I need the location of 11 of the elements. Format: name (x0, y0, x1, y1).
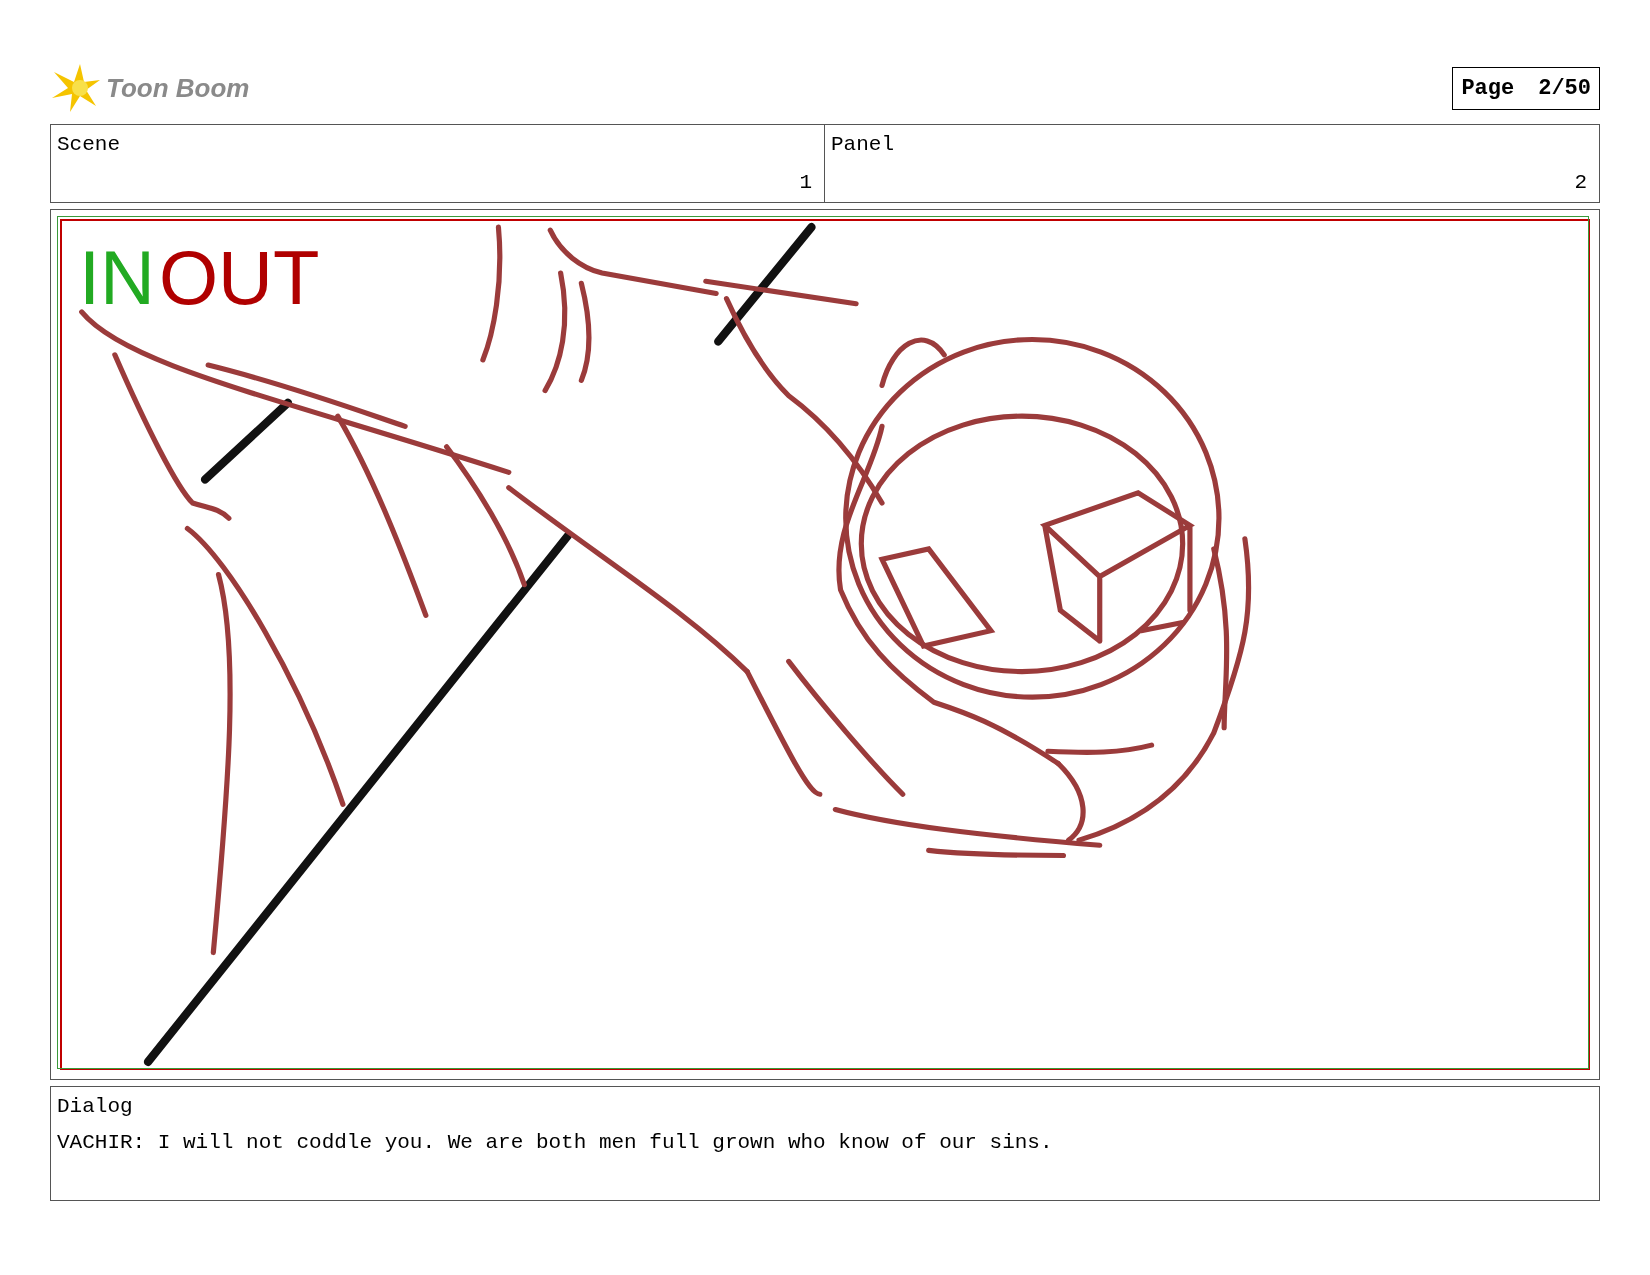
field-label: Scene (57, 132, 121, 158)
starburst-logo-icon (50, 62, 102, 114)
out-marker: OUT (159, 240, 320, 316)
dialog-text: VACHIR: I will not coddle you. We are both men full grown who know of our sins. (57, 1129, 1054, 1156)
field-value: 1 (799, 169, 813, 196)
field-label: Panel (831, 132, 895, 158)
logo-text: Toon Boom (106, 71, 250, 105)
page-counter: Page 2/50 (1452, 66, 1600, 110)
in-marker: IN (79, 240, 155, 316)
field-value: 2 (1574, 169, 1588, 196)
dialog-label: Dialog (57, 1094, 134, 1120)
